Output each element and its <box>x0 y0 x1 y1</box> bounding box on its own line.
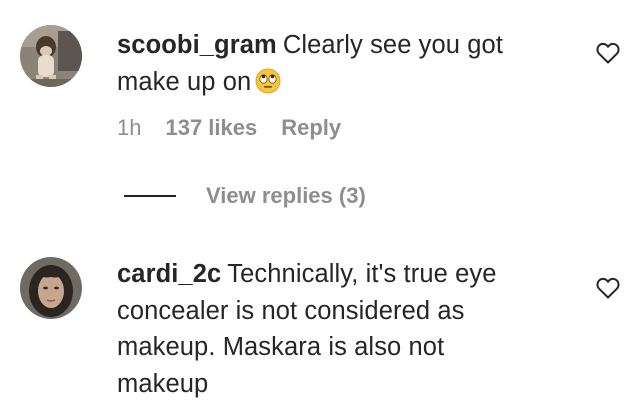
like-heart-icon[interactable] <box>596 277 620 299</box>
comment-username[interactable]: cardi_2c <box>117 260 221 288</box>
comment-likes-count[interactable]: 137 likes <box>165 115 257 141</box>
comment-username[interactable]: scoobi_gram <box>117 31 277 59</box>
comment-text-line: make up on <box>117 67 252 96</box>
comment-body: scoobi_gram Clearly see you got make up o… <box>117 27 567 100</box>
comment-meta: 1h 137 likes Reply <box>117 115 341 141</box>
view-replies-button[interactable]: View replies (3) <box>124 183 366 209</box>
comment-text-line: makeup. Maskara is also not <box>117 333 445 361</box>
avatar[interactable] <box>20 25 82 87</box>
woman-avatar-image <box>20 257 82 319</box>
comment-item: cardi_2c Technically, it's true eye conce… <box>0 240 634 411</box>
face-with-rolling-eyes-icon <box>255 68 281 94</box>
avatar[interactable] <box>20 257 82 319</box>
comment-text-line: Clearly see you got <box>282 31 504 59</box>
comment-text-line: Technically, it's true eye <box>227 260 497 288</box>
dog-avatar-image <box>20 25 82 87</box>
reply-button[interactable]: Reply <box>281 115 341 141</box>
comment-text-line: makeup <box>117 369 209 398</box>
view-replies-label[interactable]: View replies (3) <box>206 183 366 209</box>
comment-body: cardi_2c Technically, it's true eye conce… <box>117 256 567 402</box>
comment-timestamp[interactable]: 1h <box>117 115 141 141</box>
replies-divider-line <box>124 195 176 197</box>
like-heart-icon[interactable] <box>596 42 620 64</box>
comment-text-line: concealer is not considered as <box>117 296 465 325</box>
comment-item: scoobi_gram Clearly see you got make up o… <box>0 0 634 170</box>
